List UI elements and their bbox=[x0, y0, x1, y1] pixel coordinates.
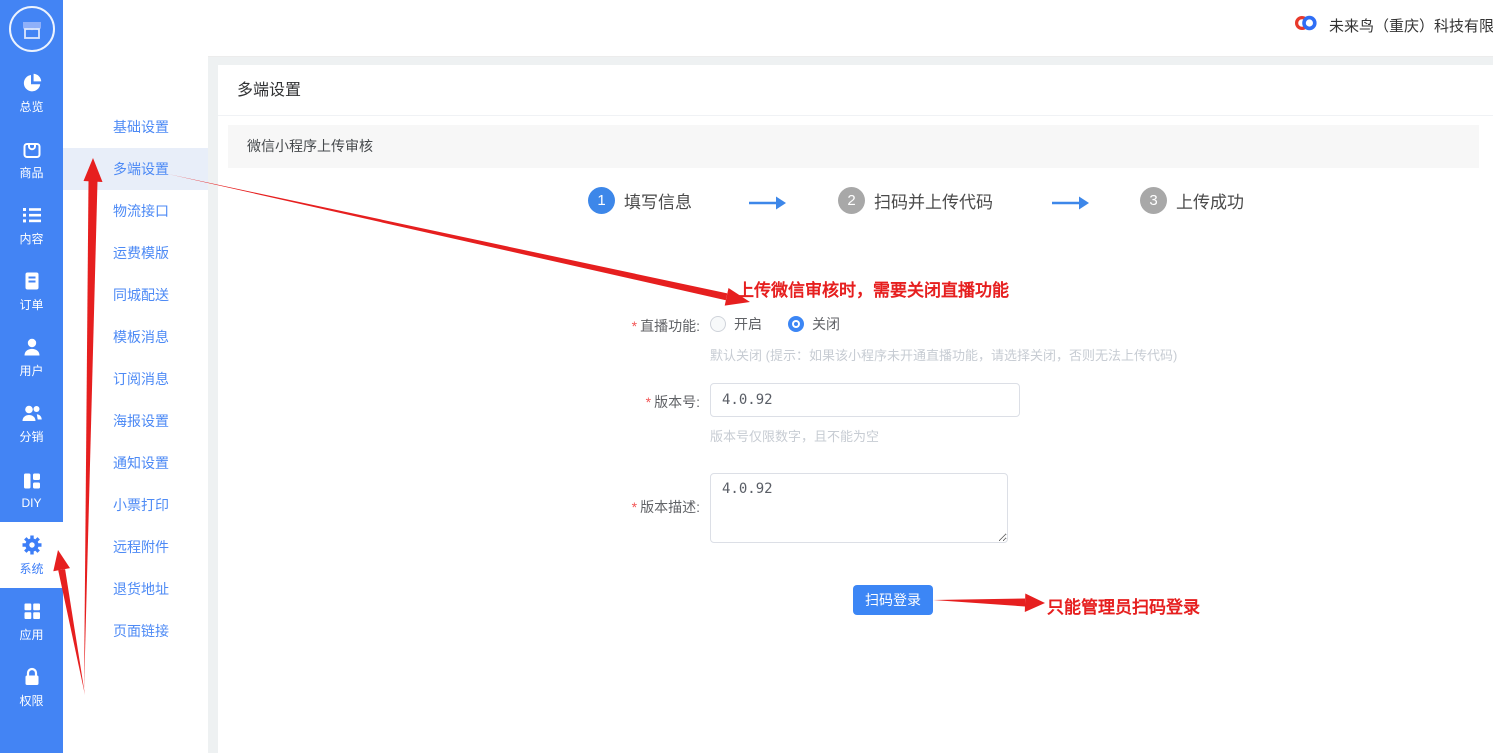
settings-submenu: 基础设置 多端设置 物流接口 运费模版 同城配送 模板消息 订阅消息 海报设置 … bbox=[63, 0, 208, 753]
submenu-item-remote-attachment[interactable]: 远程附件 bbox=[63, 526, 208, 568]
sidebar-item-diy[interactable]: DIY bbox=[0, 456, 63, 522]
page-title: 多端设置 bbox=[218, 65, 1493, 116]
sidebar-item-system[interactable]: 系统 bbox=[0, 522, 63, 588]
primary-sidebar: 总览 商品 内容 订单 bbox=[0, 0, 63, 753]
submenu-item-page-links[interactable]: 页面链接 bbox=[63, 610, 208, 652]
step-arrow-icon bbox=[748, 195, 788, 211]
sidebar-item-overview[interactable]: 总览 bbox=[0, 60, 63, 126]
submenu-item-basic-settings[interactable]: 基础设置 bbox=[63, 106, 208, 148]
step-number: 3 bbox=[1140, 187, 1167, 214]
grid-icon bbox=[20, 599, 44, 623]
user-icon bbox=[20, 335, 44, 359]
submenu-item-return-address[interactable]: 退货地址 bbox=[63, 568, 208, 610]
required-asterisk: * bbox=[632, 318, 637, 334]
storefront-icon bbox=[9, 6, 55, 52]
sidebar-item-orders[interactable]: 订单 bbox=[0, 258, 63, 324]
order-document-icon bbox=[20, 269, 44, 293]
top-header: 未来鸟门店 未来鸟（重庆）科技有限公 bbox=[63, 0, 1493, 57]
description-label: *版本描述: bbox=[478, 497, 700, 517]
app-logo[interactable] bbox=[0, 0, 63, 58]
lock-icon bbox=[20, 665, 44, 689]
submenu-item-city-delivery[interactable]: 同城配送 bbox=[63, 274, 208, 316]
step-arrow-icon bbox=[1051, 195, 1091, 211]
pie-chart-icon bbox=[20, 71, 44, 95]
sidebar-item-users[interactable]: 用户 bbox=[0, 324, 63, 390]
live-function-radio-group: 开启 关闭 bbox=[710, 314, 840, 334]
company-account[interactable]: 未来鸟（重庆）科技有限公 bbox=[1294, 14, 1493, 37]
main-area: 多端设置 微信小程序上传审核 1 填写信息 2 扫码并上传代码 3 上传成功 bbox=[208, 57, 1493, 753]
submenu-item-receipt-print[interactable]: 小票打印 bbox=[63, 484, 208, 526]
step-upload-success: 3 上传成功 bbox=[1140, 187, 1244, 214]
submenu-item-template-message[interactable]: 模板消息 bbox=[63, 316, 208, 358]
step-fill-info: 1 填写信息 bbox=[588, 187, 692, 214]
sidebar-item-apps[interactable]: 应用 bbox=[0, 588, 63, 654]
live-function-label: *直播功能: bbox=[478, 316, 700, 336]
scan-login-button[interactable]: 扫码登录 bbox=[853, 585, 933, 615]
settings-card: 多端设置 微信小程序上传审核 1 填写信息 2 扫码并上传代码 3 上传成功 bbox=[218, 65, 1493, 753]
annotation-login-note: 只能管理员扫码登录 bbox=[1047, 593, 1200, 618]
step-number: 2 bbox=[838, 187, 865, 214]
step-number: 1 bbox=[588, 187, 615, 214]
version-input[interactable] bbox=[710, 383, 1020, 417]
description-textarea[interactable]: 4.0.92 bbox=[710, 473, 1008, 543]
annotation-live-note: 上传微信审核时，需要关闭直播功能 bbox=[737, 276, 1009, 301]
gear-icon bbox=[20, 533, 44, 557]
shopping-bag-icon bbox=[20, 137, 44, 161]
submenu-item-logistics-api[interactable]: 物流接口 bbox=[63, 190, 208, 232]
version-hint: 版本号仅限数字，且不能为空 bbox=[710, 426, 879, 445]
submenu-item-freight-template[interactable]: 运费模版 bbox=[63, 232, 208, 274]
step-scan-upload: 2 扫码并上传代码 bbox=[838, 187, 993, 214]
submenu-item-notify-settings[interactable]: 通知设置 bbox=[63, 442, 208, 484]
page: 总览 商品 内容 订单 bbox=[0, 0, 1493, 753]
primary-nav: 总览 商品 内容 订单 bbox=[0, 60, 63, 720]
submenu-item-subscribe-message[interactable]: 订阅消息 bbox=[63, 358, 208, 400]
users-icon bbox=[20, 401, 44, 425]
submenu-item-poster-settings[interactable]: 海报设置 bbox=[63, 400, 208, 442]
radio-off-option[interactable] bbox=[788, 316, 804, 332]
section-title: 微信小程序上传审核 bbox=[228, 125, 1479, 168]
radio-on-option[interactable] bbox=[710, 316, 726, 332]
company-logo-icon bbox=[1294, 14, 1317, 37]
submenu-item-multi-terminal-settings[interactable]: 多端设置 bbox=[63, 148, 208, 190]
sidebar-item-content[interactable]: 内容 bbox=[0, 192, 63, 258]
sidebar-item-goods[interactable]: 商品 bbox=[0, 126, 63, 192]
company-name: 未来鸟（重庆）科技有限公 bbox=[1329, 15, 1493, 36]
sidebar-item-permissions[interactable]: 权限 bbox=[0, 654, 63, 720]
sidebar-item-distribution[interactable]: 分销 bbox=[0, 390, 63, 456]
list-icon bbox=[20, 203, 44, 227]
live-function-hint: 默认关闭 (提示：如果该小程序未开通直播功能，请选择关闭，否则无法上传代码) bbox=[710, 345, 1177, 364]
version-label: *版本号: bbox=[478, 392, 700, 412]
layout-icon bbox=[20, 469, 44, 493]
